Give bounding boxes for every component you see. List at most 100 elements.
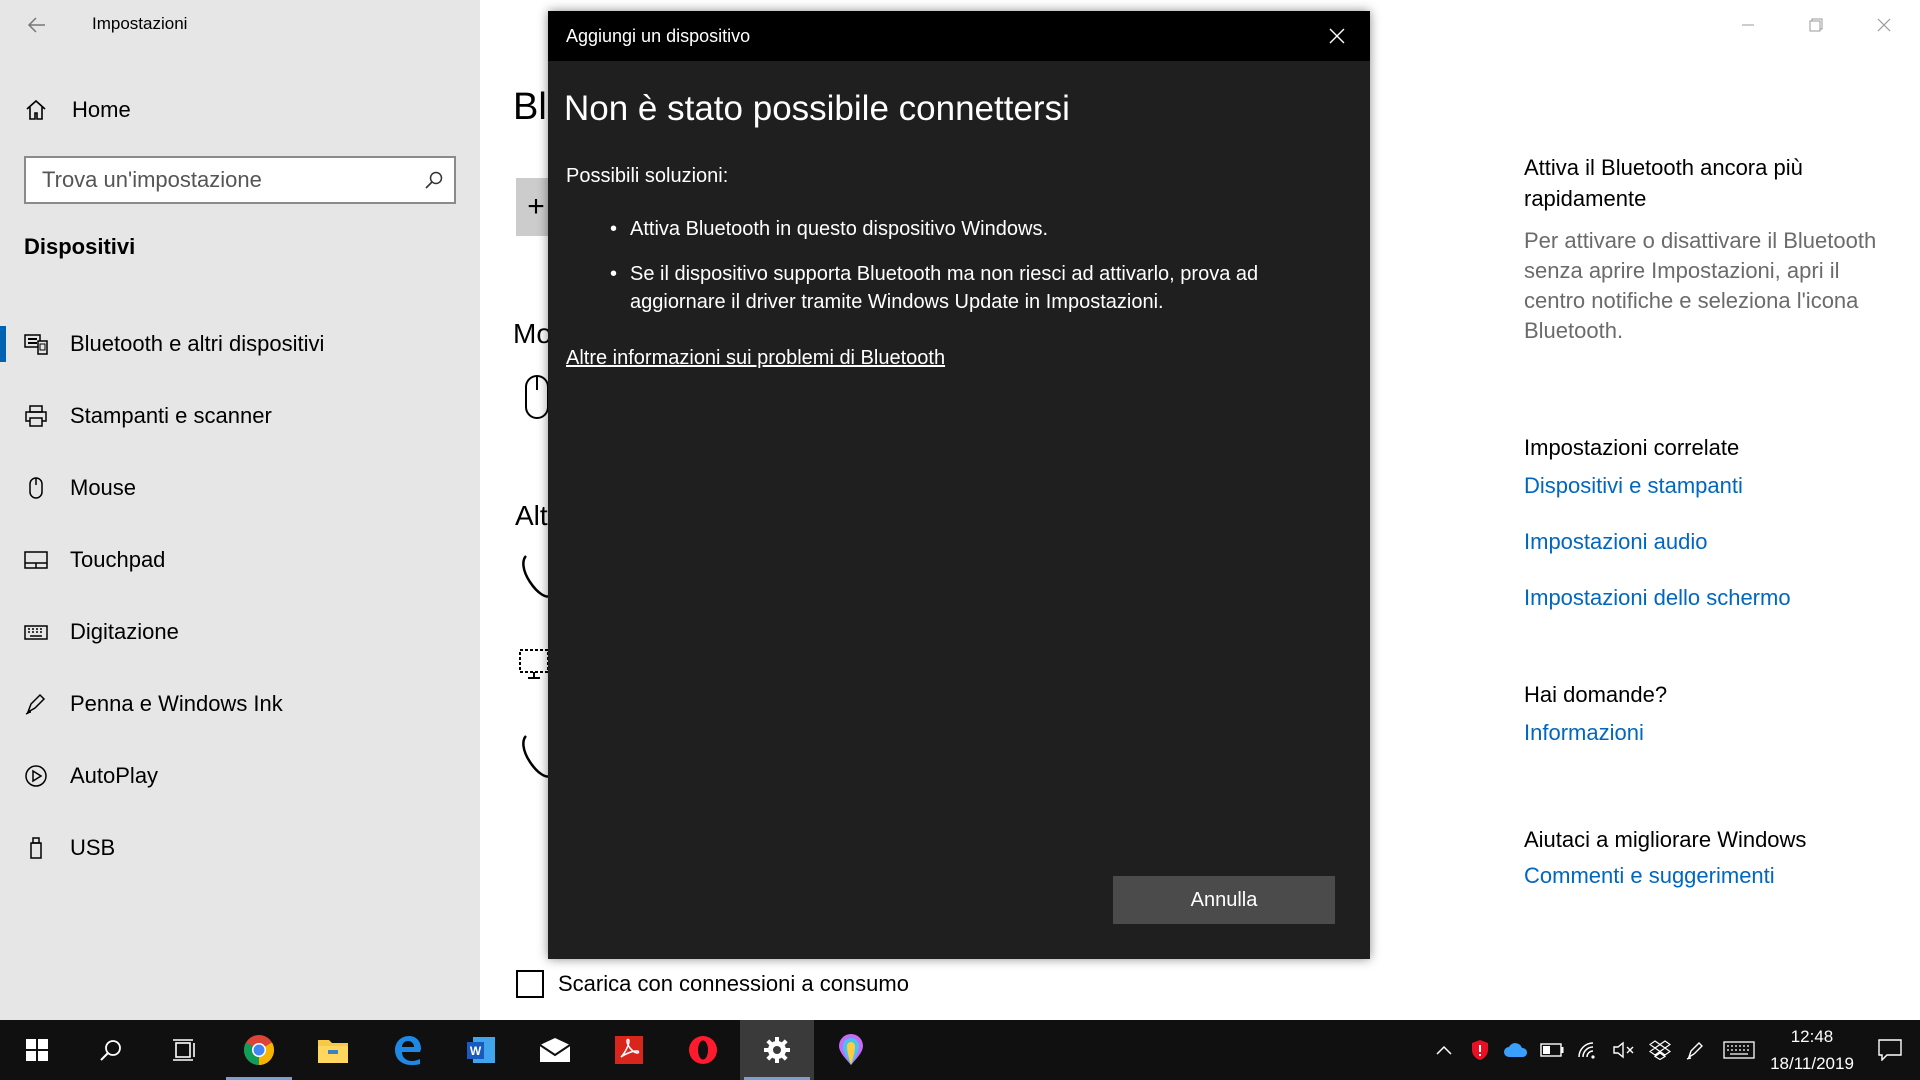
home-label: Home xyxy=(72,97,131,122)
usb-icon xyxy=(24,836,48,860)
task-view-button[interactable] xyxy=(148,1020,222,1080)
close-icon xyxy=(1329,28,1345,44)
sidebar-item-label: Penna e Windows Ink xyxy=(70,691,283,716)
link-information[interactable]: Informazioni xyxy=(1524,720,1904,746)
mouse-section-title: Mo xyxy=(513,318,552,349)
more-info-link[interactable]: Altre informazioni sui problemi di Bluet… xyxy=(566,347,945,370)
plus-icon: + xyxy=(527,190,545,223)
folder-icon xyxy=(318,1040,348,1063)
task-view-icon xyxy=(173,1039,195,1061)
battery-tray-icon[interactable] xyxy=(1534,1020,1570,1080)
add-device-dialog: Aggiungi un dispositivo Non è stato poss… xyxy=(548,11,1370,959)
mail-taskbar-button[interactable] xyxy=(518,1020,592,1080)
gear-icon xyxy=(764,1037,790,1063)
clock[interactable]: 12:48 18/11/2019 xyxy=(1764,1023,1860,1077)
link-devices-printers[interactable]: Dispositivi e stampanti xyxy=(1524,473,1904,499)
back-arrow-icon xyxy=(27,17,45,33)
chrome-taskbar-button[interactable] xyxy=(222,1020,296,1080)
link-feedback[interactable]: Commenti e suggerimenti xyxy=(1524,863,1904,889)
edge-taskbar-button[interactable] xyxy=(370,1020,444,1080)
solutions-list: Attiva Bluetooth in questo dispositivo W… xyxy=(610,215,1310,333)
search-icon[interactable] xyxy=(414,170,454,190)
word-taskbar-button[interactable]: W xyxy=(444,1020,518,1080)
cloud-icon xyxy=(1504,1043,1528,1057)
dialog-title-bar: Aggiungi un dispositivo xyxy=(548,11,1370,61)
start-button[interactable] xyxy=(0,1020,74,1080)
sidebar-item-label: Digitazione xyxy=(70,619,179,644)
search-box[interactable] xyxy=(24,156,456,204)
close-icon xyxy=(1877,18,1891,32)
sidebar-item-touchpad[interactable]: Touchpad xyxy=(0,524,480,596)
pen-icon xyxy=(24,692,48,716)
restore-icon xyxy=(1809,18,1823,32)
phone-icon xyxy=(522,555,550,598)
home-nav-item[interactable]: Home xyxy=(24,92,131,128)
other-devices-title: Alt xyxy=(515,500,548,531)
minimize-button[interactable] xyxy=(1718,8,1778,42)
close-window-button[interactable] xyxy=(1854,8,1914,42)
improve-title: Aiutaci a migliorare Windows xyxy=(1524,827,1807,852)
sidebar-item-autoplay[interactable]: AutoPlay xyxy=(0,740,480,812)
settings-taskbar-button[interactable] xyxy=(740,1020,814,1080)
clock-time: 12:48 xyxy=(1790,1027,1834,1046)
printer-icon xyxy=(24,404,48,428)
autoplay-icon xyxy=(24,764,48,788)
page-title: Bl xyxy=(513,86,547,128)
action-center-button[interactable] xyxy=(1860,1020,1920,1080)
dropbox-tray-icon[interactable] xyxy=(1642,1020,1678,1080)
dialog-title: Aggiungi un dispositivo xyxy=(566,25,751,46)
acrobat-taskbar-button[interactable] xyxy=(592,1020,666,1080)
solution-item: Se il dispositivo supporta Bluetooth ma … xyxy=(610,260,1310,316)
svg-text:W: W xyxy=(470,1044,482,1058)
sidebar-item-bluetooth[interactable]: Bluetooth e altri dispositivi xyxy=(0,308,480,380)
sidebar-item-usb[interactable]: USB xyxy=(0,812,480,884)
sidebar-item-mouse[interactable]: Mouse xyxy=(0,452,480,524)
search-input[interactable] xyxy=(26,158,414,202)
pen-workspace-tray-icon[interactable] xyxy=(1678,1020,1714,1080)
metered-download-checkbox[interactable]: Scarica con connessioni a consumo xyxy=(516,970,909,998)
solutions-label: Possibili soluzioni: xyxy=(566,165,729,187)
network-tray-icon[interactable] xyxy=(1570,1020,1606,1080)
link-display-settings[interactable]: Impostazioni dello schermo xyxy=(1524,585,1904,611)
acrobat-icon xyxy=(615,1036,643,1064)
sidebar-item-label: AutoPlay xyxy=(70,763,159,788)
tray-expand-button[interactable] xyxy=(1426,1020,1462,1080)
mouse-device-icon xyxy=(525,375,549,419)
tip-title: Attiva il Bluetooth ancora più rapidamen… xyxy=(1524,155,1803,211)
cancel-button[interactable]: Annulla xyxy=(1113,876,1335,924)
related-panel: Attiva il Bluetooth ancora più rapidamen… xyxy=(1524,152,1904,889)
settings-sidebar: Impostazioni Home Dispositivi Bluetooth … xyxy=(0,0,480,1020)
opera-taskbar-button[interactable] xyxy=(666,1020,740,1080)
solution-item: Attiva Bluetooth in questo dispositivo W… xyxy=(610,215,1310,243)
home-icon xyxy=(26,99,46,120)
touch-keyboard-tray-icon[interactable] xyxy=(1714,1020,1764,1080)
file-explorer-taskbar-button[interactable] xyxy=(296,1020,370,1080)
volume-tray-icon[interactable] xyxy=(1606,1020,1642,1080)
paint3d-icon xyxy=(839,1034,863,1065)
taskbar: W 12:48 18/11/2019 xyxy=(0,1020,1920,1080)
search-taskbar-button[interactable] xyxy=(74,1020,148,1080)
notification-icon xyxy=(1878,1039,1902,1061)
clock-date: 18/11/2019 xyxy=(1770,1054,1854,1073)
volume-muted-icon xyxy=(1613,1041,1634,1059)
onedrive-tray-icon[interactable] xyxy=(1498,1020,1534,1080)
phone-icon xyxy=(522,735,550,778)
questions-title: Hai domande? xyxy=(1524,682,1668,707)
section-title: Dispositivi xyxy=(24,234,136,259)
display-device-icon xyxy=(519,649,549,679)
dialog-close-button[interactable] xyxy=(1324,23,1350,49)
paint3d-taskbar-button[interactable] xyxy=(814,1020,888,1080)
security-tray-icon[interactable] xyxy=(1462,1020,1498,1080)
restore-button[interactable] xyxy=(1786,8,1846,42)
sidebar-item-typing[interactable]: Digitazione xyxy=(0,596,480,668)
opera-icon xyxy=(689,1036,717,1064)
sidebar-item-pen[interactable]: Penna e Windows Ink xyxy=(0,668,480,740)
checkbox-box[interactable] xyxy=(516,970,544,998)
link-audio-settings[interactable]: Impostazioni audio xyxy=(1524,529,1904,555)
back-button[interactable] xyxy=(22,10,52,40)
keyboard-icon xyxy=(1723,1041,1755,1059)
sidebar-item-printers[interactable]: Stampanti e scanner xyxy=(0,380,480,452)
battery-icon xyxy=(1540,1043,1564,1057)
chevron-up-icon xyxy=(1436,1045,1452,1055)
devices-nav-list: Bluetooth e altri dispositivi Stampanti … xyxy=(0,308,480,884)
